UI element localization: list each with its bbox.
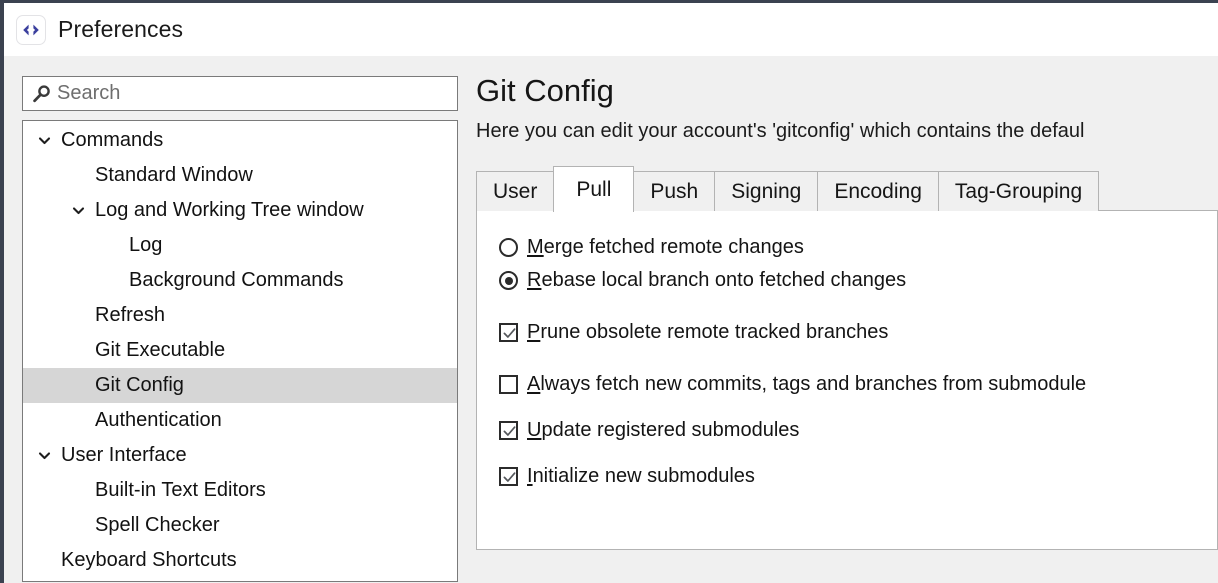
checkbox-indicator[interactable]: [499, 467, 518, 486]
tree-item-label: Log: [129, 234, 162, 257]
tree-item-label: Log and Working Tree window: [95, 199, 364, 222]
tree-item-label: Standard Window: [95, 164, 253, 187]
tab-label: User: [493, 180, 537, 204]
option-label: Rebase local branch onto fetched changes: [527, 269, 906, 292]
tree-item-refresh[interactable]: Refresh: [23, 298, 457, 333]
chevron-down-icon[interactable]: [36, 448, 52, 464]
tree-item-label: Keyboard Shortcuts: [61, 549, 237, 572]
tree-item-background-commands[interactable]: Background Commands: [23, 263, 457, 298]
radio-option-rebase[interactable]: Rebase local branch onto fetched changes: [499, 264, 1195, 297]
tree-item-authentication[interactable]: Authentication: [23, 403, 457, 438]
tree-item-user-interface[interactable]: User Interface: [23, 438, 457, 473]
tab-push[interactable]: Push: [633, 171, 715, 211]
tree-item-label: Built-in Text Editors: [95, 479, 266, 502]
option-label: Merge fetched remote changes: [527, 236, 804, 259]
settings-pane: Git Config Here you can edit your accoun…: [476, 74, 1218, 550]
spacer: [499, 401, 1195, 414]
pull-strategy-radio-group: Merge fetched remote changes Rebase local…: [499, 231, 1195, 297]
tree-item-commands[interactable]: Commands: [23, 123, 457, 158]
checkbox-initialize-new-submodules[interactable]: Initialize new submodules: [499, 460, 1195, 493]
tree-item-git-config[interactable]: Git Config: [23, 368, 457, 403]
preferences-tree[interactable]: Commands Standard Window Log and Working T…: [22, 120, 458, 582]
tree-item-label: Refresh: [95, 304, 165, 327]
radio-indicator[interactable]: [499, 271, 518, 290]
search-input[interactable]: [57, 82, 449, 105]
code-brackets-icon: [16, 15, 46, 45]
radio-indicator[interactable]: [499, 238, 518, 257]
tree-item-label: User Interface: [61, 444, 187, 467]
chevron-down-icon[interactable]: [70, 203, 86, 219]
checkbox-update-registered-submodules[interactable]: Update registered submodules: [499, 414, 1195, 447]
tree-item-label: Background Commands: [129, 269, 344, 292]
tree-item-log-and-working-tree-window[interactable]: Log and Working Tree window: [23, 193, 457, 228]
checkbox-always-fetch-submodule[interactable]: Always fetch new commits, tags and branc…: [499, 368, 1195, 401]
preferences-window: Preferences Commands Standard Window Log a…: [0, 0, 1218, 583]
tree-item-label: Git Config: [95, 374, 184, 397]
spacer: [499, 349, 1195, 368]
option-label: Update registered submodules: [527, 419, 799, 442]
search-box[interactable]: [22, 76, 458, 111]
tree-item-label: Git Executable: [95, 339, 225, 362]
chevron-down-icon[interactable]: [36, 133, 52, 149]
tree-item-log[interactable]: Log: [23, 228, 457, 263]
checkbox-indicator[interactable]: [499, 323, 518, 342]
tab-label: Push: [650, 180, 698, 204]
navigation-pane: Commands Standard Window Log and Working T…: [22, 76, 458, 582]
option-label: Always fetch new commits, tags and branc…: [527, 373, 1086, 396]
tab-signing[interactable]: Signing: [714, 171, 818, 211]
tree-item-built-in-text-editors[interactable]: Built-in Text Editors: [23, 473, 457, 508]
tab-tag-grouping[interactable]: Tag-Grouping: [938, 171, 1099, 211]
spacer: [499, 297, 1195, 316]
radio-option-merge[interactable]: Merge fetched remote changes: [499, 231, 1195, 264]
tab-label: Pull: [576, 178, 611, 202]
tree-item-label: Spell Checker: [95, 514, 220, 537]
tab-encoding[interactable]: Encoding: [817, 171, 939, 211]
tab-label: Signing: [731, 180, 801, 204]
tree-item-standard-window[interactable]: Standard Window: [23, 158, 457, 193]
pull-tab-panel: Merge fetched remote changes Rebase local…: [476, 210, 1218, 550]
tab-strip: User Pull Push Signing Encoding Tag-Grouping: [476, 165, 1218, 211]
tree-item-spell-checker[interactable]: Spell Checker: [23, 508, 457, 543]
tree-item-label: Commands: [61, 129, 163, 152]
tree-item-keyboard-shortcuts[interactable]: Keyboard Shortcuts: [23, 543, 457, 578]
checkbox-indicator[interactable]: [499, 421, 518, 440]
tab-pull[interactable]: Pull: [553, 166, 634, 212]
tree-item-label: Authentication: [95, 409, 222, 432]
option-label: Prune obsolete remote tracked branches: [527, 321, 888, 344]
submodule-options-group: Always fetch new commits, tags and branc…: [499, 368, 1195, 493]
tab-user[interactable]: User: [476, 171, 554, 211]
tree-item-git-executable[interactable]: Git Executable: [23, 333, 457, 368]
window-title: Preferences: [58, 16, 183, 43]
page-description: Here you can edit your account's 'gitcon…: [476, 120, 1218, 143]
prune-option-group: Prune obsolete remote tracked branches: [499, 316, 1195, 349]
checkbox-prune-obsolete-branches[interactable]: Prune obsolete remote tracked branches: [499, 316, 1195, 349]
spacer: [499, 447, 1195, 460]
page-title: Git Config: [476, 74, 1218, 108]
tab-label: Tag-Grouping: [955, 180, 1082, 204]
search-icon: [31, 83, 53, 105]
checkbox-indicator[interactable]: [499, 375, 518, 394]
title-bar: Preferences: [4, 3, 1218, 56]
tab-label: Encoding: [834, 180, 922, 204]
option-label: Initialize new submodules: [527, 465, 755, 488]
dialog-body: Commands Standard Window Log and Working T…: [4, 56, 1218, 583]
